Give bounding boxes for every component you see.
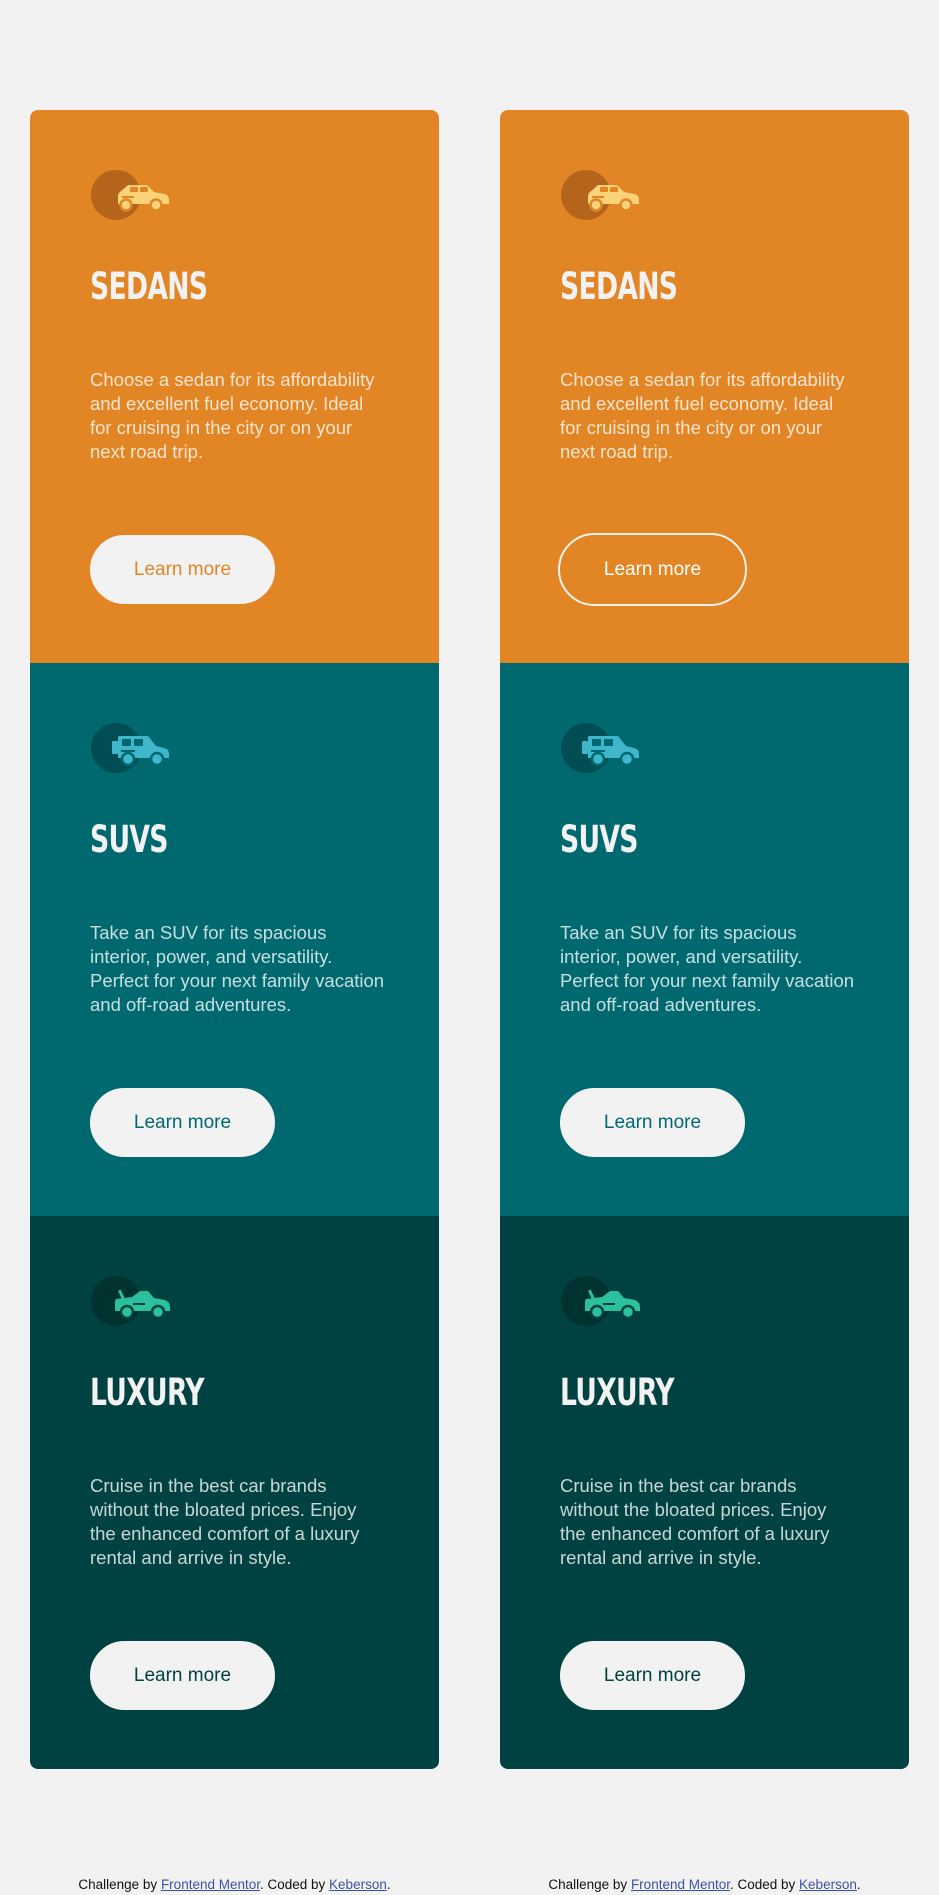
learn-more-button[interactable]: Learn more xyxy=(90,1088,275,1157)
attribution: Challenge by Frontend Mentor. Coded by K… xyxy=(500,1877,909,1892)
author-link[interactable]: Keberson xyxy=(799,1877,857,1892)
attribution-middle: . Coded by xyxy=(260,1877,330,1892)
attribution-suffix: . xyxy=(386,1877,391,1892)
attribution-suffix: . xyxy=(856,1877,861,1892)
card-title: SUVS xyxy=(90,818,168,861)
learn-more-button[interactable]: Learn more xyxy=(560,1088,745,1157)
frontend-mentor-link[interactable]: Frontend Mentor xyxy=(161,1877,260,1892)
cards-container-left: SEDANS Choose a sedan for its affordabil… xyxy=(30,110,439,1769)
card-title: LUXURY xyxy=(560,1371,675,1414)
card-description: Choose a sedan for its affordability and… xyxy=(90,369,375,462)
card-description: Take an SUV for its spacious interior, p… xyxy=(560,922,855,1015)
sedan-card: SEDANS Choose a sedan for its affordabil… xyxy=(500,110,909,663)
attribution-prefix: Challenge by xyxy=(548,1877,631,1892)
frontend-mentor-link[interactable]: Frontend Mentor xyxy=(631,1877,730,1892)
card-description: Cruise in the best car brands without th… xyxy=(90,1475,360,1568)
card-description: Choose a sedan for its affordability and… xyxy=(560,369,845,462)
sedan-car-icon xyxy=(560,169,642,221)
sedan-car-icon xyxy=(90,169,172,221)
attribution: Challenge by Frontend Mentor. Coded by K… xyxy=(30,1877,439,1892)
suv-car-icon xyxy=(90,722,172,774)
learn-more-button[interactable]: Learn more xyxy=(90,1641,275,1710)
learn-more-button-hover[interactable]: Learn more xyxy=(558,533,747,606)
suv-card: SUVS Take an SUV for its spacious interi… xyxy=(30,663,439,1216)
card-title: SEDANS xyxy=(90,265,208,308)
attribution-prefix: Challenge by xyxy=(78,1877,161,1892)
card-title: LUXURY xyxy=(90,1371,205,1414)
author-link[interactable]: Keberson xyxy=(329,1877,387,1892)
suv-car-icon xyxy=(560,722,642,774)
suv-card: SUVS Take an SUV for its spacious interi… xyxy=(500,663,909,1216)
luxury-car-icon xyxy=(560,1275,642,1327)
learn-more-button[interactable]: Learn more xyxy=(90,535,275,604)
luxury-card: LUXURY Cruise in the best car brands wit… xyxy=(30,1216,439,1769)
luxury-card: LUXURY Cruise in the best car brands wit… xyxy=(500,1216,909,1769)
cards-container-right: SEDANS Choose a sedan for its affordabil… xyxy=(500,110,909,1769)
card-description: Take an SUV for its spacious interior, p… xyxy=(90,922,385,1015)
luxury-car-icon xyxy=(90,1275,172,1327)
learn-more-button[interactable]: Learn more xyxy=(560,1641,745,1710)
card-title: SEDANS xyxy=(560,265,678,308)
attribution-middle: . Coded by xyxy=(730,1877,800,1892)
sedan-card: SEDANS Choose a sedan for its affordabil… xyxy=(30,110,439,663)
card-description: Cruise in the best car brands without th… xyxy=(560,1475,830,1568)
card-title: SUVS xyxy=(560,818,638,861)
